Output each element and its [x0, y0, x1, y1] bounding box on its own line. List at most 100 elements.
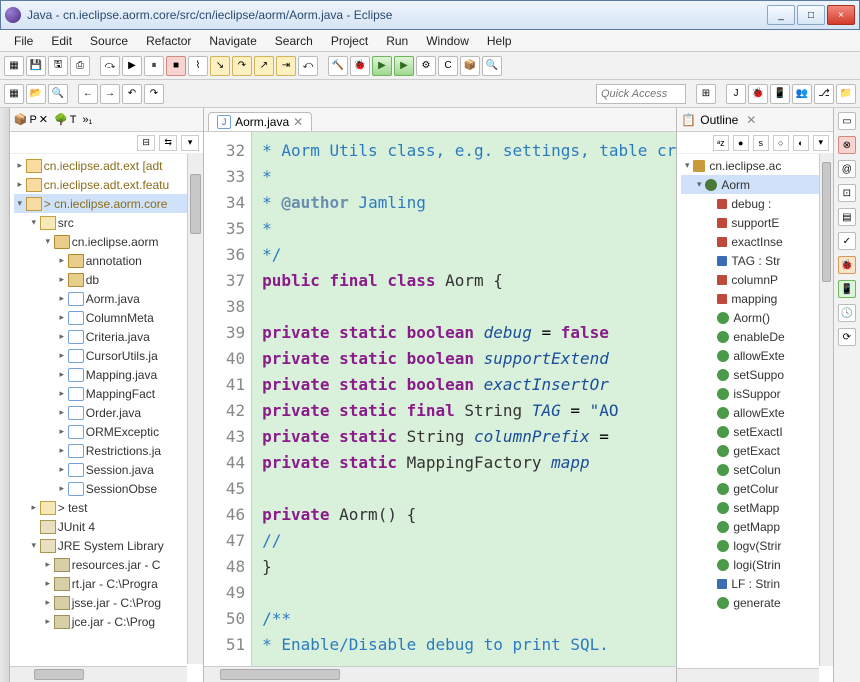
menu-source[interactable]: Source — [82, 32, 136, 50]
code-lines[interactable]: * Aorm Utils class, e.g. settings, table… — [252, 132, 676, 666]
twisty-icon[interactable]: ▸ — [28, 502, 40, 513]
search-icon[interactable]: 🔍 — [48, 84, 68, 104]
twisty-icon[interactable]: ▸ — [56, 331, 68, 342]
tree-node[interactable]: ▸jsse.jar - C:\Prog — [14, 593, 203, 612]
perspective-open-icon[interactable]: ⊞ — [696, 84, 716, 104]
twisty-icon[interactable]: ▸ — [14, 160, 26, 171]
outline-item[interactable]: enableDe — [681, 327, 832, 346]
new-package-icon[interactable]: 📦 — [460, 56, 480, 76]
nav-forward-icon[interactable]: → — [100, 84, 120, 104]
tree-node[interactable]: ▸ColumnMeta — [14, 308, 203, 327]
twisty-icon[interactable]: ▸ — [56, 464, 68, 475]
twisty-icon[interactable]: ▾ — [14, 198, 26, 209]
menu-window[interactable]: Window — [418, 32, 477, 50]
build-icon[interactable]: 🔨 — [328, 56, 348, 76]
outline-item[interactable]: logi(Strin — [681, 555, 832, 574]
code-line[interactable]: * Enable/Disable debug to print SQL. — [262, 632, 676, 658]
sync-icon[interactable]: ⟳ — [838, 328, 856, 346]
outline-item[interactable]: logv(Strir — [681, 536, 832, 555]
tree-node[interactable]: ▾JRE System Library — [14, 536, 203, 555]
menu-search[interactable]: Search — [267, 32, 321, 50]
tree-node[interactable]: ▸rt.jar - C:\Progra — [14, 574, 203, 593]
outline-item[interactable]: setExactI — [681, 422, 832, 441]
twisty-icon[interactable]: ▸ — [42, 597, 54, 608]
tree-node[interactable]: ▾> cn.ieclipse.aorm.core — [14, 194, 203, 213]
tree-node[interactable]: ▸db — [14, 270, 203, 289]
outline-item[interactable]: columnP — [681, 270, 832, 289]
code-line[interactable] — [262, 294, 676, 320]
console-icon[interactable]: ▤ — [838, 208, 856, 226]
twisty-icon[interactable]: ▸ — [42, 616, 54, 627]
perspective-debug-icon[interactable]: 🐞 — [748, 84, 768, 104]
outline-item[interactable]: mapping — [681, 289, 832, 308]
tree-node[interactable]: ▸Restrictions.ja — [14, 441, 203, 460]
debug-disconnect-icon[interactable]: ⌇ — [188, 56, 208, 76]
quick-access-input[interactable] — [596, 84, 686, 104]
new-project-icon[interactable]: ▦ — [4, 84, 24, 104]
save-button-icon[interactable]: 💾 — [26, 56, 46, 76]
new-button-icon[interactable]: ▦ — [4, 56, 24, 76]
print-icon[interactable]: ⎙ — [70, 56, 90, 76]
last-edit-icon[interactable]: ↶ — [122, 84, 142, 104]
menu-navigate[interactable]: Navigate — [201, 32, 264, 50]
outline-item[interactable]: exactInse — [681, 232, 832, 251]
debug-resume-icon[interactable]: ▶ — [122, 56, 142, 76]
outline-item[interactable]: debug : — [681, 194, 832, 213]
outline-item[interactable]: getColur — [681, 479, 832, 498]
outline-item[interactable]: generate — [681, 593, 832, 612]
outline-item[interactable]: setColun — [681, 460, 832, 479]
code-line[interactable]: private static boolean exactInsertOr — [262, 372, 676, 398]
debug-pause-icon[interactable]: ⏸ — [144, 56, 164, 76]
twisty-icon[interactable]: ▾ — [693, 179, 705, 190]
outline-scrollbar-v[interactable] — [819, 154, 833, 666]
twisty-icon[interactable]: ▸ — [56, 445, 68, 456]
twisty-icon[interactable]: ▸ — [56, 350, 68, 361]
tree-node[interactable]: ▸Mapping.java — [14, 365, 203, 384]
sort-icon[interactable]: ᵃz — [713, 135, 729, 151]
code-line[interactable]: private static boolean debug = false — [262, 320, 676, 346]
tree-node[interactable]: ▸MappingFact — [14, 384, 203, 403]
code-line[interactable]: private static final String TAG = "AO — [262, 398, 676, 424]
twisty-icon[interactable]: ▸ — [56, 407, 68, 418]
code-line[interactable]: * @author Jamling — [262, 190, 676, 216]
editor-tab-close-icon[interactable]: ✕ — [293, 115, 303, 129]
javadoc-icon[interactable]: @ — [838, 160, 856, 178]
problems-icon[interactable]: ⊗ — [838, 136, 856, 154]
tab-package-explorer[interactable]: 📦 P ✕ — [14, 113, 48, 126]
link-editor-icon[interactable]: ⇆ — [159, 135, 177, 151]
view-menu-icon[interactable]: ▾ — [181, 135, 199, 151]
perspective-ddms-icon[interactable]: 📱 — [770, 84, 790, 104]
code-line[interactable]: } — [262, 554, 676, 580]
outline-item[interactable]: LF : Strin — [681, 574, 832, 593]
outline-item[interactable]: allowExte — [681, 403, 832, 422]
tab-type-hierarchy[interactable]: 🌳 T — [54, 113, 76, 126]
code-line[interactable]: * Aorm Utils class, e.g. settings, table… — [262, 138, 676, 164]
tasks-icon[interactable]: ✓ — [838, 232, 856, 250]
tree-node[interactable]: ▸cn.ieclipse.adt.ext [adt — [14, 156, 203, 175]
tree-node[interactable]: JUnit 4 — [14, 517, 203, 536]
outline-item[interactable]: Aorm() — [681, 308, 832, 327]
devices-icon[interactable]: 📱 — [838, 280, 856, 298]
hide-fields-icon[interactable]: ● — [733, 135, 749, 151]
outline-item[interactable]: getMapp — [681, 517, 832, 536]
debug-stop-icon[interactable]: ■ — [166, 56, 186, 76]
twisty-icon[interactable]: ▸ — [14, 179, 26, 190]
tree-node[interactable]: ▾cn.ieclipse.aorm — [14, 232, 203, 251]
code-line[interactable]: */ — [262, 242, 676, 268]
tree-node[interactable]: ▸jce.jar - C:\Prog — [14, 612, 203, 631]
editor-tab-aorm[interactable]: J Aorm.java ✕ — [208, 112, 312, 131]
twisty-icon[interactable]: ▾ — [28, 217, 40, 228]
tree-node[interactable]: ▸cn.ieclipse.adt.ext.featu — [14, 175, 203, 194]
code-area[interactable]: 3233343536373839404142434445464748495051… — [204, 132, 676, 666]
run-button-icon[interactable]: ▶ — [372, 56, 392, 76]
twisty-icon[interactable]: ▸ — [42, 578, 54, 589]
menu-file[interactable]: File — [6, 32, 41, 50]
twisty-icon[interactable]: ▸ — [56, 255, 68, 266]
menu-help[interactable]: Help — [479, 32, 520, 50]
code-line[interactable]: * — [262, 216, 676, 242]
outline-item[interactable]: ▾cn.ieclipse.ac — [681, 156, 832, 175]
minimize-button[interactable]: _ — [767, 5, 795, 25]
menu-edit[interactable]: Edit — [43, 32, 80, 50]
code-line[interactable]: * — [262, 164, 676, 190]
code-line[interactable]: private Aorm() { — [262, 502, 676, 528]
